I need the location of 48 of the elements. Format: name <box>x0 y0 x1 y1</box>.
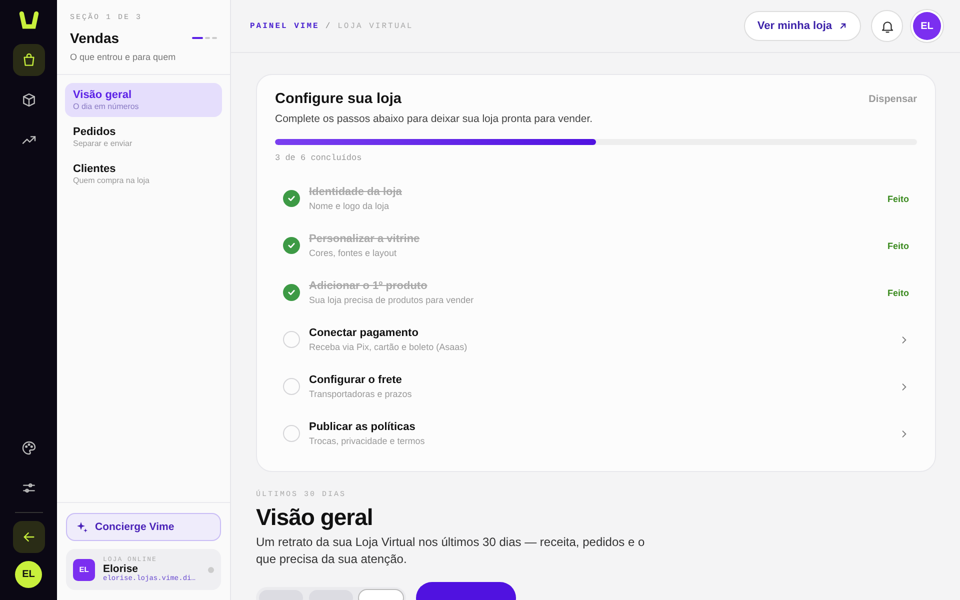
step-caption: Transportadoras e prazos <box>309 389 413 399</box>
view-store-button[interactable]: Ver minha loja <box>744 11 861 41</box>
step-caption: Cores, fontes e layout <box>309 248 398 258</box>
step-title: Adicionar o 1º produto <box>309 280 428 292</box>
step-caption: Receba via Pix, cartão e boleto (Asaas) <box>309 342 468 352</box>
store-name: Elorise <box>103 563 138 575</box>
section-subtitle: O que entrou e para quem <box>70 52 177 62</box>
sidebar-item[interactable]: Pedidos Separar e enviar <box>65 120 222 154</box>
breadcrumb-separator: / <box>325 22 332 30</box>
setup-step[interactable]: Personalizar a vitrine Cores, fontes e layout Feito <box>275 222 917 269</box>
overview-title: Visão geral <box>256 504 374 531</box>
box-icon <box>20 92 36 108</box>
user-avatar[interactable]: EL <box>913 12 941 40</box>
bell-icon <box>880 18 894 34</box>
step-title: Publicar as políticas <box>309 421 416 433</box>
concierge-button[interactable]: Concierge Vime <box>66 513 221 541</box>
step-caption: Trocas, privacidade e termos <box>309 436 426 446</box>
sidebar-item[interactable]: Clientes Quem compra na loja <box>65 157 222 191</box>
rail-button[interactable] <box>12 44 44 76</box>
setup-step[interactable]: Identidade da loja Nome e logo da loja Feito <box>275 175 917 222</box>
step-title: Identidade da loja <box>309 186 403 198</box>
setup-step[interactable]: Conectar pagamento Receba via Pix, cartão e boleto (Asaas) <box>275 316 917 363</box>
sparkle-icon <box>76 521 88 533</box>
setup-step[interactable]: Adicionar o 1º produto Sua loja precisa de produtos para vender Feito <box>275 269 917 316</box>
palette-icon <box>20 440 36 456</box>
step-caption: Sua loja precisa de produtos para vender <box>309 295 475 305</box>
setup-step[interactable]: Configurar o frete Transportadoras e prazos <box>275 363 917 410</box>
step-status: Feito <box>888 240 909 250</box>
user-avatar[interactable]: EL <box>15 561 42 588</box>
setup-step[interactable]: Publicar as políticas Trocas, privacidade e termos <box>275 410 917 457</box>
progress-text: 3 de 6 concluídos <box>275 153 363 163</box>
step-caption: Nome e logo da loja <box>309 201 390 211</box>
rail-button[interactable] <box>12 521 44 553</box>
breadcrumb-item[interactable]: PAINEL VIME <box>250 22 320 30</box>
step-title: Personalizar a vitrine <box>309 233 421 245</box>
section-title: Vendas <box>70 30 120 46</box>
sidebar-item[interactable]: Visão geral O dia em números <box>65 83 222 117</box>
step-status: Feito <box>888 288 909 298</box>
step-title: Conectar pagamento <box>309 327 420 339</box>
step-title: Configurar o frete <box>309 374 403 386</box>
overview-description: Um retrato da sua Loja Virtual nos últimos 30 dias — receita, pedidos e o que precisa da sua atenção. <box>256 534 646 568</box>
logo-icon <box>18 10 40 32</box>
notifications-button[interactable] <box>871 10 903 42</box>
external-arrow-icon <box>838 21 848 31</box>
card-title: Configure sua loja <box>275 91 402 107</box>
breadcrumb-item: LOJA VIRTUAL <box>338 22 414 30</box>
step-status: Feito <box>888 194 909 204</box>
card-description: Complete os passos abaixo para deixar sua loja pronta para vender. <box>275 113 594 125</box>
